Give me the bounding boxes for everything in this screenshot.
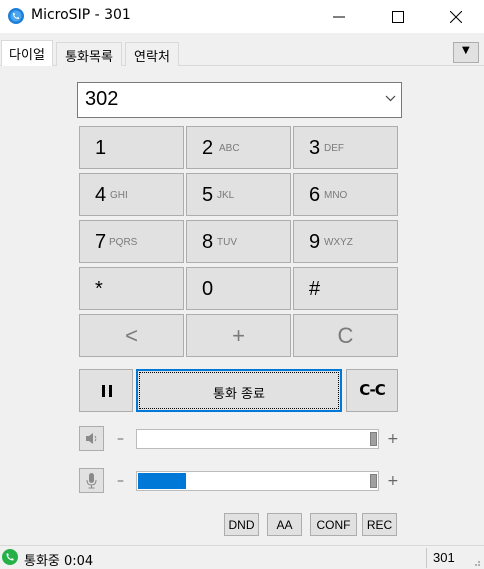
microphone-mute-button[interactable] — [79, 468, 104, 493]
number-input[interactable]: 302 — [77, 82, 402, 118]
status-divider — [426, 548, 427, 568]
key-8[interactable]: 8 TUV — [186, 220, 291, 263]
maximize-icon — [392, 11, 404, 23]
plus-button[interactable]: + — [186, 314, 291, 357]
key-5[interactable]: 5 JKL — [186, 173, 291, 216]
key-7[interactable]: 7 PQRS — [79, 220, 184, 263]
transfer-button[interactable]: C-C — [346, 369, 398, 412]
chevron-down-icon: ▼ — [462, 45, 470, 56]
call-active-icon — [2, 549, 18, 565]
key-hash[interactable]: # — [293, 267, 398, 310]
end-call-button[interactable]: 통화 종료 — [136, 369, 342, 412]
microphone-plus-label: + — [387, 473, 399, 489]
speaker-plus-label: + — [387, 431, 399, 447]
window-title: MicroSIP - 301 — [31, 7, 131, 23]
speaker-mute-button[interactable] — [79, 426, 104, 451]
record-button[interactable]: REC — [362, 513, 397, 536]
resize-grip-icon[interactable] — [471, 557, 481, 567]
status-bar: 통화중 0:04 301 — [0, 545, 484, 569]
microsip-app-icon — [8, 8, 24, 24]
key-star[interactable]: * — [79, 267, 184, 310]
title-bar: MicroSIP - 301 — [0, 0, 484, 33]
close-icon — [450, 11, 462, 23]
dropdown-arrow-icon[interactable] — [385, 95, 396, 102]
key-3[interactable]: 3 DEF — [293, 126, 398, 169]
maximize-button[interactable] — [375, 0, 421, 33]
speaker-volume-thumb[interactable] — [370, 432, 377, 446]
microphone-volume-slider[interactable] — [136, 471, 379, 491]
end-call-label: 통화 종료 — [213, 387, 265, 402]
tab-dialer[interactable]: 다이얼 — [1, 40, 53, 66]
backspace-button[interactable]: < — [79, 314, 184, 357]
microphone-minus-label: – — [117, 473, 124, 489]
key-4[interactable]: 4 GHI — [79, 173, 184, 216]
key-1[interactable]: 1 — [79, 126, 184, 169]
transfer-icon: C-C — [359, 381, 386, 399]
speaker-volume-slider[interactable] — [136, 429, 379, 449]
tab-call-history[interactable]: 통화목록 — [56, 42, 122, 66]
microphone-icon — [86, 473, 97, 489]
hold-button[interactable] — [79, 369, 133, 412]
pause-icon — [102, 385, 112, 397]
tab-contacts[interactable]: 연락처 — [125, 42, 179, 66]
speaker-minus-label: – — [117, 431, 124, 447]
key-2[interactable]: 2 ABC — [186, 126, 291, 169]
dnd-button[interactable]: DND — [224, 513, 259, 536]
microphone-volume-fill — [138, 473, 186, 489]
key-9[interactable]: 9 WXYZ — [293, 220, 398, 263]
close-button[interactable] — [433, 0, 479, 33]
status-account: 301 — [433, 550, 455, 565]
microphone-volume-thumb[interactable] — [370, 474, 377, 488]
key-6[interactable]: 6 MNO — [293, 173, 398, 216]
conference-button[interactable]: CONF — [310, 513, 357, 536]
minimize-button[interactable] — [316, 0, 362, 33]
clear-button[interactable]: C — [293, 314, 398, 357]
speaker-icon — [86, 433, 97, 444]
key-0[interactable]: 0 — [186, 267, 291, 310]
status-text: 통화중 0:04 — [24, 554, 94, 569]
tab-menu-button[interactable]: ▼ — [453, 42, 479, 63]
minimize-icon — [333, 16, 345, 18]
auto-answer-button[interactable]: AA — [267, 513, 302, 536]
number-value: 302 — [85, 88, 119, 110]
